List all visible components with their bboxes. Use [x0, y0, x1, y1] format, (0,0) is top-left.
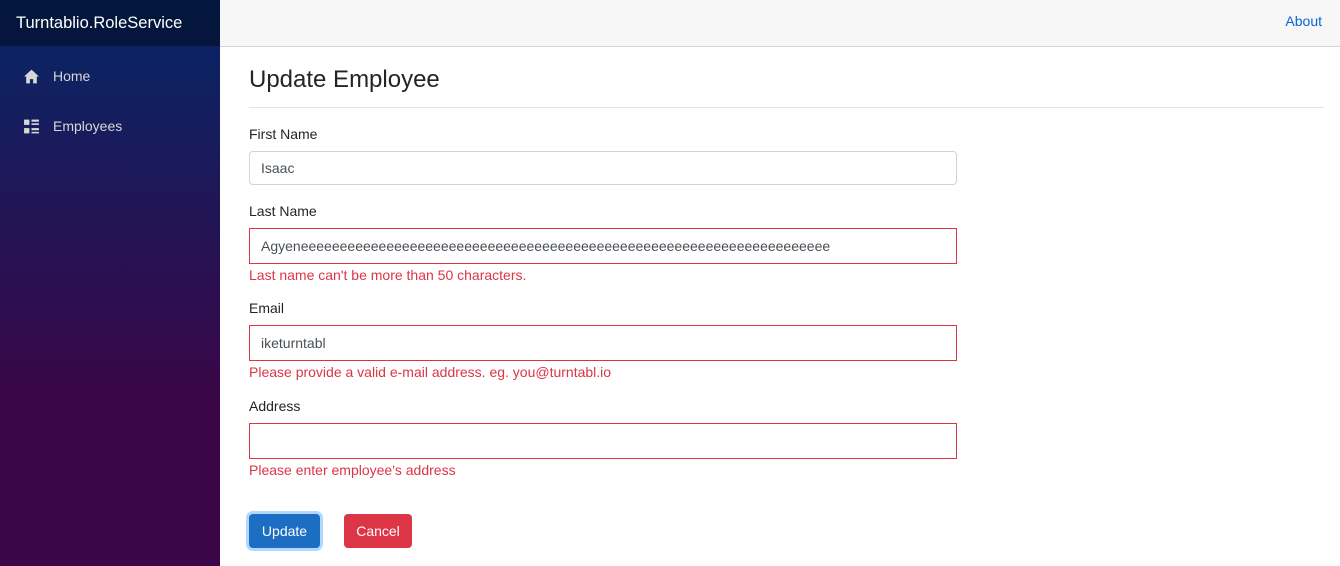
- main-content: Update Employee First Name Last Name Las…: [249, 47, 1324, 548]
- address-group: Address Please enter employee's address: [249, 397, 957, 479]
- last-name-error: Last name can't be more than 50 characte…: [249, 267, 527, 283]
- address-field[interactable]: [249, 423, 957, 459]
- form-actions: Update Cancel: [249, 514, 449, 548]
- page-title: Update Employee: [249, 66, 440, 93]
- address-label: Address: [249, 398, 301, 414]
- nav-menu: Home Employees: [0, 46, 220, 145]
- last-name-label: Last Name: [249, 203, 317, 219]
- email-field[interactable]: [249, 325, 957, 361]
- sidebar: Turntablio.RoleService Home Employees: [0, 0, 220, 566]
- sidebar-item-home[interactable]: Home: [10, 57, 210, 95]
- brand-bar: Turntablio.RoleService: [0, 0, 220, 46]
- sidebar-item-label: Home: [53, 68, 91, 84]
- about-link[interactable]: About: [1285, 13, 1322, 29]
- last-name-field[interactable]: [249, 228, 957, 264]
- update-button[interactable]: Update: [249, 514, 320, 548]
- brand-link[interactable]: Turntablio.RoleService: [16, 14, 182, 33]
- top-bar: About: [220, 0, 1340, 47]
- cancel-button[interactable]: Cancel: [344, 514, 412, 548]
- email-group: Email Please provide a valid e-mail addr…: [249, 299, 957, 381]
- list-icon: [23, 118, 40, 135]
- first-name-field[interactable]: [249, 151, 957, 185]
- email-label: Email: [249, 300, 285, 316]
- email-error: Please provide a valid e-mail address. e…: [249, 364, 612, 380]
- home-icon: [23, 68, 40, 85]
- sidebar-item-label: Employees: [53, 118, 123, 134]
- sidebar-item-employees[interactable]: Employees: [10, 107, 210, 145]
- first-name-group: First Name: [249, 125, 957, 185]
- title-divider: [249, 107, 1324, 108]
- last-name-group: Last Name Last name can't be more than 5…: [249, 202, 957, 284]
- first-name-label: First Name: [249, 126, 318, 142]
- address-error: Please enter employee's address: [249, 462, 456, 478]
